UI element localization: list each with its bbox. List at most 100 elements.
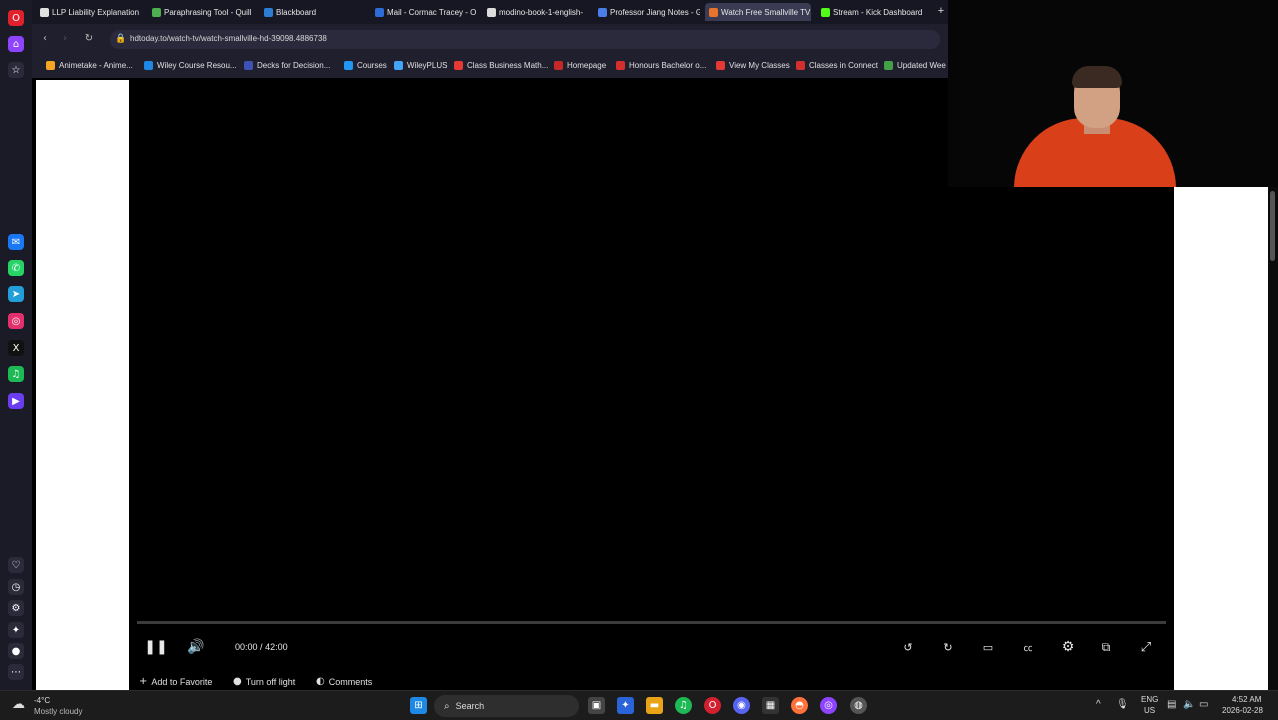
more-icon[interactable]: ⋯ [8,664,24,680]
speaker-icon[interactable]: 🔈 [1183,699,1195,710]
whatsapp-icon[interactable]: ✆ [8,260,24,276]
home-icon[interactable]: ⌂ [8,36,24,52]
bookmark-item[interactable]: Decks for Decision... [244,58,330,72]
lightbulb-icon[interactable]: ✦ [8,622,24,638]
tab-label: Watch Free Smallville TV [721,7,811,17]
history-icon[interactable]: ◷ [8,579,24,595]
microphone-icon[interactable]: 🎙 [1116,699,1129,710]
bookmark-favicon-icon [796,60,805,70]
tab-5[interactable]: Professor Jiang Notes - G [594,3,700,21]
bookmark-label: Animetake - Anime... [59,60,133,70]
page-scrollbar[interactable] [1268,187,1278,690]
taskbar: ☁ -4°C Mostly cloudy ⊞ ⌕ Search ▣ ✦ ▬ ♫ … [0,690,1278,720]
tab-4[interactable]: modino-book-1-english- [483,3,589,21]
windows-start-icon[interactable]: ⊞ [410,697,427,714]
back-icon[interactable]: ‹ [38,32,52,46]
taskbar-search[interactable]: ⌕ Search [434,695,579,717]
bookmark-item[interactable]: Honours Bachelor o... [616,58,706,72]
time-separator: / [260,642,263,652]
star-icon[interactable]: ☆ [8,62,24,78]
scrollbar-thumb[interactable] [1270,191,1275,261]
tab-label: Stream - Kick Dashboard [833,7,923,17]
comments-link[interactable]: ◐ Comments [316,676,372,687]
desktop: O ⌂ ☆ ✉ ✆ ➤ ◎ X ♫ ▶ ♡ ◷ ⚙ ✦ ● ⋯ + LLP Liability Explana… [0,0,1278,720]
bookmark-favicon-icon [884,60,893,70]
copilot-icon[interactable]: ✦ [617,697,634,714]
heart-icon[interactable]: ♡ [8,557,24,573]
tab-3[interactable]: Mail - Cormac Tracey - O [371,3,477,21]
volume-button[interactable]: 🔊 [185,636,207,658]
tab-6[interactable]: Watch Free Smallville TV [705,3,811,21]
tab-2[interactable]: Blackboard [260,3,366,21]
progress-bar[interactable] [137,621,1166,624]
messenger-icon[interactable]: ✉ [8,234,24,250]
page-margin-left [36,80,129,690]
bookmark-favicon-icon [144,60,153,70]
weather-desc[interactable]: Mostly cloudy [34,707,82,716]
add-favorite-link[interactable]: + Add to Favorite [139,676,212,687]
weather-temp[interactable]: -4°C [34,696,50,705]
tab-favicon-icon [821,7,830,17]
bookmark-favicon-icon [716,60,725,70]
bookmark-item[interactable]: View My Classes [716,58,790,72]
url-text[interactable]: hdtoday.to/watch-tv/watch-smallville-hd-… [130,34,327,43]
x-icon[interactable]: X [8,340,24,356]
bookmark-item[interactable]: Class Business Math... [454,58,548,72]
captions-icon[interactable]: ㏄ [1017,636,1039,658]
address-bar[interactable]: 🔒 hdtoday.to/watch-tv/watch-smallville-h… [110,30,940,49]
lang-bottom[interactable]: US [1144,706,1155,715]
tab-label: LLP Liability Explanation [52,7,140,17]
clock-time[interactable]: 4:52 AM [1232,695,1261,704]
tab-label: Paraphrasing Tool - Quill [164,7,252,17]
cast-icon[interactable]: ▭ [977,636,999,658]
chrome-icon[interactable]: ◍ [850,697,867,714]
vpn-icon[interactable]: ● [8,643,24,659]
tab-1[interactable]: Paraphrasing Tool - Quill [148,3,254,21]
tab-label: Mail - Cormac Tracey - O [387,7,477,17]
calculator-icon[interactable]: ▦ [762,697,779,714]
firefox-icon[interactable]: ◓ [791,697,808,714]
opera-logo-icon[interactable]: O [8,10,24,26]
file-explorer-icon[interactable]: ▬ [646,697,663,714]
instagram-icon[interactable]: ◎ [8,313,24,329]
bookmark-item[interactable]: Animetake - Anime... [46,58,133,72]
reload-icon[interactable]: ↻ [82,32,96,46]
bookmark-item[interactable]: Classes in Connect [796,58,878,72]
spotify-taskbar-icon[interactable]: ♫ [675,697,692,714]
forward-10-button[interactable]: ↻ [937,636,959,658]
fullscreen-icon[interactable]: ⤢ [1135,636,1157,658]
clock-date[interactable]: 2026-02-28 [1222,706,1263,715]
spotify-icon[interactable]: ♫ [8,366,24,382]
bookmarks-bar: Animetake - Anime... Wiley Course Resou..… [32,56,948,74]
lang-top[interactable]: ENG [1141,695,1158,704]
bookmark-item[interactable]: WileyPLUS [394,58,447,72]
player-icon[interactable]: ▶ [8,393,24,409]
weather-cloud-icon[interactable]: ☁ [12,697,28,713]
picture-in-picture-icon[interactable]: ⧉ [1095,636,1117,658]
bookmark-item[interactable]: Wiley Course Resou... [144,58,237,72]
tab-favicon-icon [487,7,496,17]
tray-chevron-icon[interactable]: ^ [1096,699,1101,710]
bookmark-item[interactable]: Homepage [554,58,606,72]
pause-button[interactable]: ❚❚ [144,636,167,658]
opera-taskbar-icon[interactable]: O [704,697,721,714]
bookmark-label: View My Classes [729,60,790,70]
battery-icon[interactable]: ▭ [1199,699,1208,710]
settings-gear-icon[interactable]: ⚙ [1057,636,1079,658]
bookmark-item[interactable]: Courses [344,58,387,72]
bulb-icon: ● [233,676,242,687]
new-tab-button[interactable]: + [935,5,947,17]
task-view-icon[interactable]: ▣ [588,697,605,714]
obs-icon[interactable]: ◎ [820,697,837,714]
rewind-10-button[interactable]: ↺ [897,636,919,658]
discord-icon[interactable]: ◉ [733,697,750,714]
bookmark-item[interactable]: Updated Wee [884,58,946,72]
turn-off-light-link[interactable]: ● Turn off light [233,676,295,687]
settings-icon[interactable]: ⚙ [8,600,24,616]
telegram-icon[interactable]: ➤ [8,286,24,302]
tab-7[interactable]: Stream - Kick Dashboard [817,3,923,21]
network-icon[interactable]: ▤ [1167,699,1176,710]
tab-0[interactable]: LLP Liability Explanation [36,3,142,21]
forward-icon[interactable]: › [58,32,72,46]
bookmark-label: Honours Bachelor o... [629,60,707,70]
